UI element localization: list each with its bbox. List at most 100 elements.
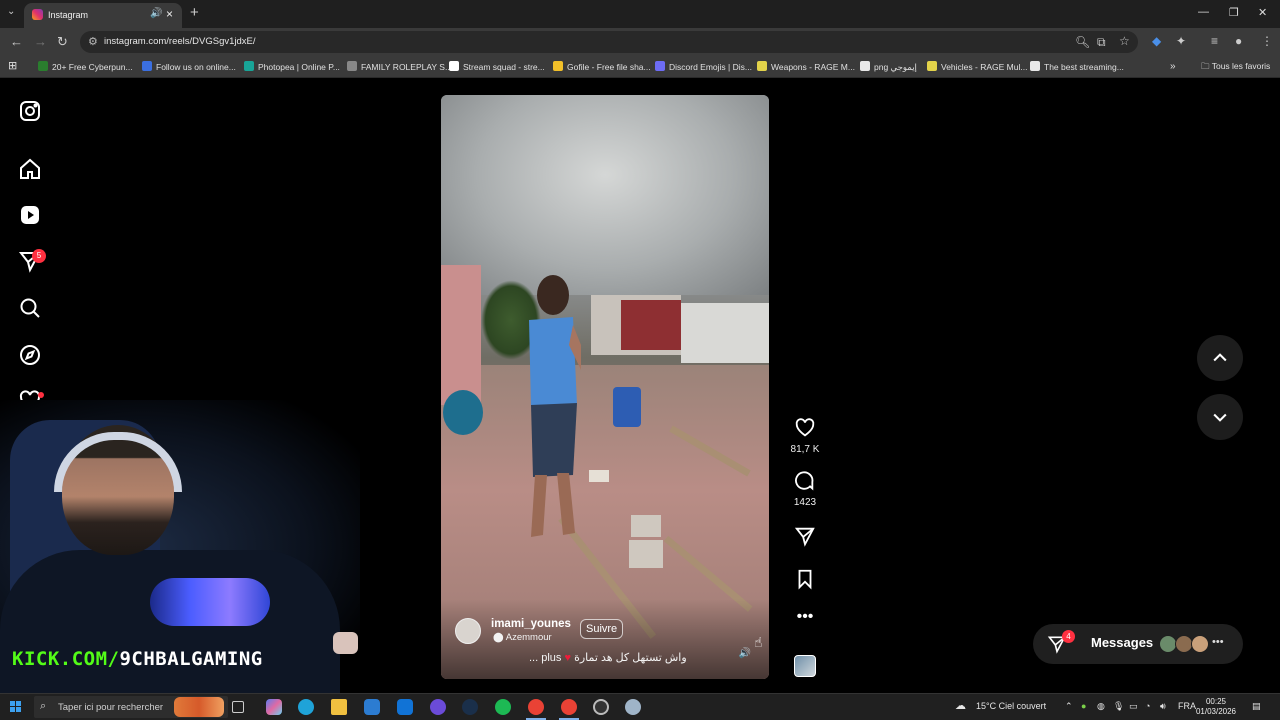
microphone-icon[interactable]: 🎙︎ xyxy=(1113,701,1124,712)
wifi-icon[interactable]: ◔ xyxy=(1145,701,1150,711)
instagram-favicon-icon xyxy=(32,9,43,20)
taskbar-search[interactable]: ⌕ Taper ici pour rechercher xyxy=(34,696,228,718)
bookmark-star-icon[interactable]: ☆ xyxy=(1119,34,1130,48)
forward-icon[interactable]: → xyxy=(34,34,47,49)
bookmark-favicon-icon xyxy=(38,61,48,71)
more-options-icon[interactable]: ••• xyxy=(792,609,818,636)
next-reel-button[interactable] xyxy=(1197,394,1243,440)
messages-button[interactable]: 4 Messages ••• xyxy=(1033,624,1243,664)
minimize-icon[interactable]: — xyxy=(1198,6,1209,18)
kick-prefix: KICK.COM/ xyxy=(12,648,120,670)
media-control-icon[interactable]: ≡ xyxy=(1211,34,1218,48)
audio-playing-icon[interactable]: 🔊 xyxy=(150,8,162,19)
clock-date: 01/03/2026 xyxy=(1195,707,1237,716)
url-text: instagram.com/reels/DVGSgv1jdxE/ xyxy=(104,36,256,47)
file-explorer-icon[interactable] xyxy=(331,699,347,715)
tab-title: Instagram xyxy=(48,10,89,20)
bookmark-item[interactable]: Gofile - Free file sha... xyxy=(553,61,651,72)
store-icon[interactable] xyxy=(364,699,380,715)
close-tab-icon[interactable]: × xyxy=(166,7,173,21)
restore-icon[interactable]: ❐ xyxy=(1229,6,1239,19)
volume-icon[interactable]: 🔊 xyxy=(737,648,753,664)
bookmark-item[interactable]: 20+ Free Cyberpun... xyxy=(38,61,133,72)
profile-avatar-icon[interactable]: ● xyxy=(1235,34,1242,48)
discord-icon[interactable] xyxy=(430,699,446,715)
steam-icon[interactable] xyxy=(462,699,478,715)
bookmark-label: Stream squad - stre... xyxy=(463,62,545,72)
address-bar[interactable]: ⚙ instagram.com/reels/DVGSgv1jdxE/ 🔍︎ ⧉ … xyxy=(80,31,1138,53)
instagram-logo-icon[interactable] xyxy=(18,99,42,123)
apps-grid-icon[interactable]: ⊞ xyxy=(8,59,17,72)
obs-icon[interactable] xyxy=(593,699,609,715)
site-info-icon[interactable]: ⚙ xyxy=(88,35,98,48)
share-send-icon[interactable] xyxy=(792,525,818,549)
bookmark-item[interactable]: Vehicles - RAGE Mul... xyxy=(927,61,1027,72)
tab-search-icon[interactable]: ⌄ xyxy=(7,6,15,17)
bookmark-item[interactable]: The best streaming... xyxy=(1030,61,1124,72)
bookmark-item[interactable]: Photopea | Online P... xyxy=(244,61,340,72)
creator-username[interactable]: imami_younes xyxy=(491,618,571,630)
video-person xyxy=(529,275,581,537)
explore-compass-icon[interactable] xyxy=(18,343,42,367)
video-sky xyxy=(441,95,769,295)
tab-instagram[interactable]: Instagram 🔊 × xyxy=(24,3,182,28)
edge-icon[interactable] xyxy=(298,699,314,715)
spotify-icon[interactable] xyxy=(495,699,511,715)
chrome-icon[interactable] xyxy=(528,699,544,715)
menu-dots-icon[interactable]: ⋮ xyxy=(1261,34,1273,48)
install-app-icon[interactable]: ⧉ xyxy=(1097,35,1106,50)
browser-toolbar: ← → ↻ ⚙ instagram.com/reels/DVGSgv1jdxE/… xyxy=(0,28,1280,56)
save-bookmark-icon[interactable] xyxy=(792,568,818,592)
task-view-icon[interactable] xyxy=(232,701,244,713)
bookmark-favicon-icon xyxy=(449,61,459,71)
like-heart-icon[interactable] xyxy=(792,417,818,441)
chrome-icon[interactable] xyxy=(561,699,577,715)
copilot-icon[interactable] xyxy=(266,699,282,715)
bookmark-item[interactable]: png إيموجي xyxy=(860,61,917,73)
bookmark-item[interactable]: Stream squad - stre... xyxy=(449,61,545,72)
new-tab-icon[interactable]: + xyxy=(190,4,199,21)
bookmark-label: Vehicles - RAGE Mul... xyxy=(941,62,1028,72)
reel-caption[interactable]: ... plus ♥ واش تستهل كل هد تمارة xyxy=(529,651,687,664)
clock[interactable]: 00:25 01/03/2026 xyxy=(1194,697,1238,717)
back-icon[interactable]: ← xyxy=(10,34,23,49)
weather-cloud-icon[interactable]: ☁ xyxy=(955,699,966,712)
bookmark-item[interactable]: Discord Emojis | Dis... xyxy=(655,61,752,72)
speaker-icon[interactable]: 🔊︎ xyxy=(1160,701,1166,712)
home-icon[interactable] xyxy=(18,157,42,181)
windows-start-icon[interactable] xyxy=(10,701,22,713)
bookmark-item[interactable]: Follow us on online... xyxy=(142,61,236,72)
creator-avatar[interactable] xyxy=(455,618,481,644)
zoom-icon[interactable]: 🔍︎ xyxy=(1075,35,1090,49)
network-icon[interactable]: ▭ xyxy=(1129,701,1138,712)
reels-icon[interactable] xyxy=(18,203,42,227)
tab-strip: ⌄ Instagram 🔊 × + — ❐ ✕ xyxy=(0,0,1280,28)
more-bookmarks-icon[interactable]: » xyxy=(1170,61,1176,72)
search-icon[interactable] xyxy=(18,296,42,320)
contact-avatar xyxy=(1191,635,1209,653)
close-window-icon[interactable]: ✕ xyxy=(1258,6,1267,19)
bookmark-item[interactable]: FAMILY ROLEPLAY S... xyxy=(347,61,452,72)
audio-thumbnail[interactable] xyxy=(794,655,816,677)
bookmark-favicon-icon xyxy=(553,61,563,71)
extensions-icon[interactable]: ✦ xyxy=(1176,34,1186,48)
previous-reel-button[interactable] xyxy=(1197,335,1243,381)
follow-button[interactable]: Suivre xyxy=(580,619,624,639)
bookmark-item[interactable]: Weapons - RAGE M... xyxy=(757,61,855,72)
extension-shield-icon[interactable]: ◆ xyxy=(1152,34,1161,48)
comment-icon[interactable] xyxy=(792,471,818,495)
reel-video[interactable]: imami_younes ⬤ Azemmour Suivre ... plus … xyxy=(441,95,769,679)
video-building xyxy=(681,303,769,363)
notification-center-icon[interactable]: ▤ xyxy=(1252,701,1261,712)
reload-icon[interactable]: ↻ xyxy=(57,34,68,50)
caption-more-link[interactable]: ... plus xyxy=(529,652,561,664)
weather-text[interactable]: 15°C Ciel couvert xyxy=(976,701,1046,711)
show-hidden-icons[interactable]: ⌃ xyxy=(1065,701,1073,712)
app-icon[interactable] xyxy=(625,699,641,715)
tray-app-icon[interactable]: ◍ xyxy=(1097,701,1105,712)
tray-app-icon[interactable]: ● xyxy=(1081,701,1086,711)
outlook-icon[interactable] xyxy=(397,699,413,715)
all-favorites-folder[interactable]: 🗀 Tous les favoris xyxy=(1201,61,1270,75)
messages-label: Messages xyxy=(1091,635,1154,650)
location-tag[interactable]: ⬤ Azemmour xyxy=(493,632,552,643)
